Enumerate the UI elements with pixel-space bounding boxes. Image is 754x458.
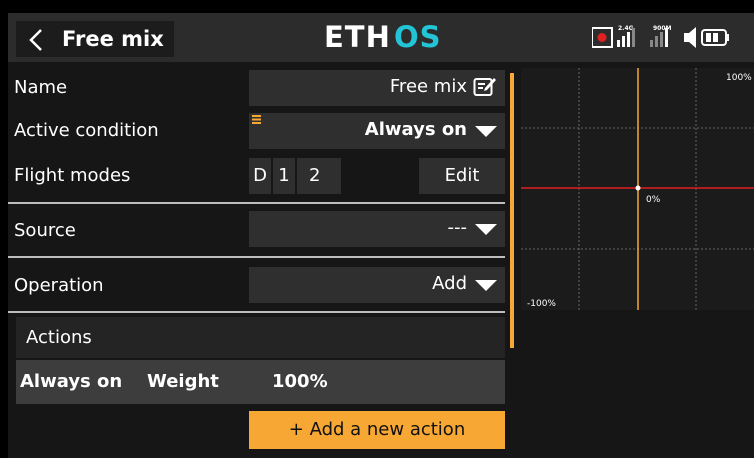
graph-min-label: -100%	[527, 299, 556, 309]
name-label: Name	[14, 77, 68, 98]
source-value: ---	[447, 217, 468, 238]
flight-modes-edit-button[interactable]: Edit	[419, 158, 505, 194]
scrollbar[interactable]	[510, 73, 514, 348]
add-action-button[interactable]: + Add a new action	[249, 411, 505, 449]
mix-curve-graph: 100% 0% -100%	[521, 68, 754, 310]
operation-dropdown[interactable]: Add	[249, 267, 505, 303]
action-weight-label: Weight	[147, 371, 219, 392]
flight-modes-label: Flight modes	[14, 165, 131, 186]
actions-header: Actions	[16, 317, 505, 358]
section-divider	[8, 256, 505, 258]
record-icon	[592, 27, 613, 48]
dropdown-arrow-icon	[475, 126, 497, 137]
options-icon	[252, 115, 261, 124]
source-dropdown[interactable]: ---	[249, 211, 505, 247]
source-row: Source ---	[8, 211, 505, 247]
operation-label: Operation	[14, 275, 104, 296]
active-condition-label: Active condition	[14, 120, 159, 141]
flight-mode-1-toggle[interactable]: 1	[273, 158, 295, 194]
graph-current-point	[635, 185, 641, 191]
active-condition-row: Active condition Always on	[8, 113, 505, 149]
name-row: Name Free mix	[8, 70, 505, 106]
mix-editor-screen: Free mix ETH OS 2.4G 900M Name Free mix …	[8, 13, 754, 458]
chevron-left-icon	[29, 29, 42, 51]
action-condition: Always on	[20, 371, 123, 392]
graph-center-label: 0%	[646, 195, 661, 205]
svg-text:OS: OS	[394, 20, 442, 52]
operation-row: Operation Add	[8, 267, 505, 303]
back-button[interactable]: Free mix	[16, 21, 174, 57]
signal-900m-icon: 900M	[650, 25, 672, 47]
svg-text:ETH: ETH	[324, 20, 391, 52]
graph-max-label: 100%	[726, 73, 752, 83]
signal-900m-label: 900M	[653, 25, 672, 32]
active-condition-value: Always on	[364, 119, 467, 140]
flight-mode-2-toggle[interactable]: 2	[297, 158, 341, 194]
status-icons: 2.4G 900M	[592, 25, 729, 48]
name-value: Free mix	[389, 76, 467, 97]
actions-header-label: Actions	[26, 327, 92, 348]
signal-2g4-label: 2.4G	[618, 25, 634, 32]
operation-value: Add	[432, 273, 467, 294]
edit-icon	[473, 78, 496, 96]
name-field[interactable]: Free mix	[249, 70, 505, 106]
section-divider	[8, 202, 505, 204]
page-title: Free mix	[62, 27, 164, 51]
active-condition-dropdown[interactable]: Always on	[249, 113, 505, 149]
title-bar: Free mix ETH OS 2.4G 900M	[8, 13, 754, 62]
action-weight-value: 100%	[272, 371, 328, 392]
dropdown-arrow-icon	[475, 280, 497, 291]
speaker-icon	[684, 27, 696, 48]
add-action-label: + Add a new action	[288, 419, 466, 440]
flight-mode-d-toggle[interactable]: D	[249, 158, 271, 194]
ethos-logo: ETH OS	[324, 20, 442, 52]
source-label: Source	[14, 220, 76, 241]
battery-icon	[701, 29, 729, 46]
section-divider	[8, 311, 505, 313]
flight-modes-row: Flight modes D 1 2 Edit	[8, 158, 505, 194]
flight-mode-2-label: 2	[309, 165, 321, 186]
signal-2g4-icon: 2.4G	[617, 25, 635, 47]
action-row[interactable]: Always on Weight 100%	[16, 360, 505, 404]
dropdown-arrow-icon	[475, 224, 497, 235]
